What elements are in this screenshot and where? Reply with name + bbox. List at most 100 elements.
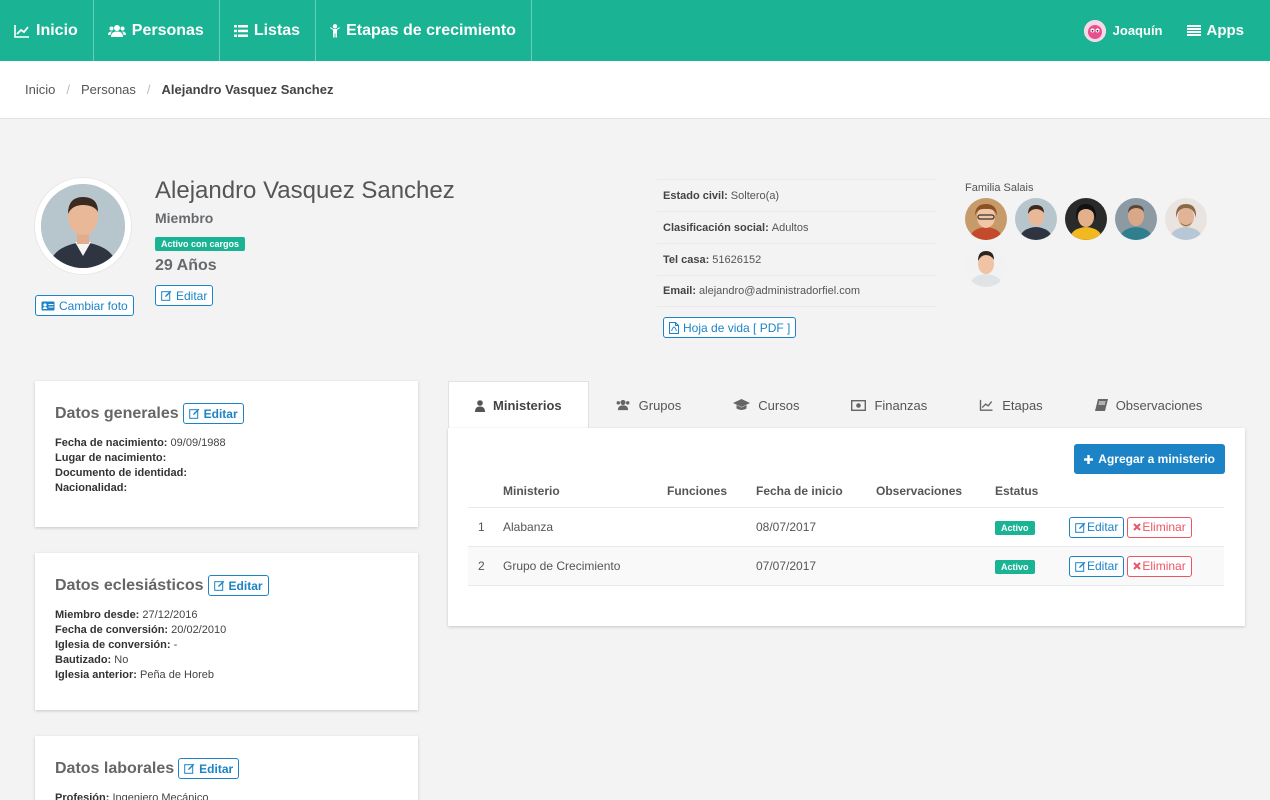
card-title: Datos generales Editar	[55, 403, 398, 424]
table-row: 2 Grupo de Crecimiento 07/07/2017 Activo…	[468, 547, 1224, 586]
field-profession: Profesión: Ingeniero Mecánico	[55, 791, 398, 800]
tab-finanzas[interactable]: Finanzas	[825, 381, 953, 429]
chart-line-icon	[979, 399, 994, 411]
tab-label: Cursos	[758, 397, 800, 413]
cell-status: Activo	[995, 559, 1069, 574]
field-value: Ingeniero Mecánico	[112, 792, 209, 800]
ministries-panel: Agregar a ministerio Ministerio Funcione…	[448, 428, 1245, 626]
family-member-avatar[interactable]	[965, 245, 1007, 287]
contact-label: Estado civil:	[663, 189, 728, 202]
graduation-cap-icon	[733, 399, 751, 411]
field-id-document: Documento de identidad:	[55, 466, 398, 481]
edit-label: Editar	[1087, 520, 1119, 534]
field-label: Fecha de nacimiento:	[55, 437, 168, 449]
breadcrumb-item-personas[interactable]: Personas	[81, 82, 136, 97]
col-header-ministry: Ministerio	[503, 484, 560, 498]
family-member-avatar[interactable]	[1015, 198, 1057, 240]
nav-item-listas[interactable]: Listas	[220, 0, 317, 61]
tab-cursos[interactable]: Cursos	[707, 381, 825, 429]
delete-ministry-button[interactable]: Eliminar	[1127, 516, 1192, 538]
cell-status: Activo	[995, 520, 1069, 535]
table-row: 1 Alabanza 08/07/2017 Activo Editar Elim…	[468, 508, 1224, 547]
field-previous-church: Iglesia anterior: Peña de Horeb	[55, 668, 398, 683]
tab-grupos[interactable]: Grupos	[589, 381, 708, 429]
field-birth-place: Lugar de nacimiento:	[55, 451, 398, 466]
apps-menu[interactable]: Apps	[1186, 22, 1244, 39]
edit-icon	[188, 408, 200, 419]
nav-item-personas[interactable]: Personas	[94, 0, 220, 61]
edit-profile-label: Editar	[176, 288, 208, 303]
status-badge: Activo	[995, 559, 1035, 574]
edit-profile-button[interactable]: Editar	[155, 285, 214, 306]
add-ministry-button[interactable]: Agregar a ministerio	[1074, 444, 1225, 474]
delete-ministry-button[interactable]: Eliminar	[1127, 555, 1192, 577]
file-pdf-icon	[669, 321, 679, 334]
status-badge: Activo	[995, 520, 1035, 535]
family-member-avatar[interactable]	[965, 198, 1007, 240]
family-member-avatar[interactable]	[1115, 198, 1157, 240]
family-member-avatar[interactable]	[1065, 198, 1107, 240]
tab-label: Observaciones	[1115, 397, 1203, 413]
cell-index: 1	[478, 520, 485, 534]
contact-label: Tel casa:	[663, 253, 710, 266]
user-menu[interactable]: Joaquín	[1083, 19, 1163, 42]
edit-ministry-button[interactable]: Editar	[1069, 516, 1125, 538]
users-icon	[615, 399, 631, 411]
field-birth-date: Fecha de nacimiento: 09/09/1988	[55, 436, 398, 451]
user-name: Joaquín	[1112, 23, 1163, 38]
card-title-text: Datos generales	[55, 404, 179, 422]
contact-row-email: Email: alejandro@administradorfiel.com	[657, 275, 937, 307]
money-icon	[851, 399, 867, 411]
ministries-table: Ministerio Funciones Fecha de inicio Obs…	[468, 475, 1224, 586]
person-name: Alejandro Vasquez Sanchez	[155, 177, 455, 204]
delete-label: Eliminar	[1142, 520, 1186, 534]
breadcrumb: Inicio / Personas / Alejandro Vasquez Sa…	[0, 61, 1270, 119]
tab-label: Etapas	[1002, 397, 1043, 413]
field-label: Iglesia anterior:	[55, 669, 137, 681]
cell-actions: Editar Eliminar	[1069, 516, 1224, 538]
tab-label: Grupos	[638, 397, 682, 413]
family-members	[965, 198, 1225, 292]
nav-item-inicio[interactable]: Inicio	[0, 0, 94, 61]
breadcrumb-item-inicio[interactable]: Inicio	[25, 82, 55, 97]
cell-start-date: 08/07/2017	[756, 520, 817, 534]
field-label: Profesión:	[55, 792, 110, 800]
edit-icon	[1075, 561, 1086, 572]
field-label: Fecha de conversión:	[55, 624, 169, 636]
edit-profile-wrap: Editar	[155, 285, 214, 306]
tab-label: Finanzas	[874, 397, 928, 413]
field-label: Miembro desde:	[55, 609, 140, 621]
breadcrumb-separator: /	[146, 82, 151, 97]
church-data-card: Datos eclesiásticos Editar Miembro desde…	[35, 553, 418, 710]
family-section: Familia Salais	[965, 182, 1225, 292]
status-badge-wrap: Activo con cargos	[155, 236, 246, 251]
cv-pdf-button[interactable]: Hoja de vida [ PDF ]	[663, 317, 797, 338]
card-title-text: Datos laborales	[55, 759, 175, 777]
field-value: 20/02/2010	[171, 624, 227, 636]
field-value: No	[114, 654, 129, 666]
cv-pdf-label: Hoja de vida [ PDF ]	[683, 320, 791, 335]
nav-item-etapas[interactable]: Etapas de crecimiento	[316, 0, 532, 61]
edit-general-button[interactable]: Editar	[182, 403, 244, 424]
field-value: Peña de Horeb	[139, 669, 214, 681]
field-label: Lugar de nacimiento:	[55, 452, 167, 464]
close-icon	[1133, 562, 1142, 570]
change-photo-button[interactable]: Cambiar foto	[35, 295, 134, 316]
edit-label: Editar	[199, 761, 234, 776]
tab-ministerios[interactable]: Ministerios	[448, 381, 589, 429]
contact-label: Email:	[663, 285, 697, 297]
field-conversion-church: Iglesia de conversión: -	[55, 638, 398, 653]
family-member-avatar[interactable]	[1165, 198, 1207, 240]
edit-label: Editar	[1087, 559, 1119, 573]
edit-ministry-button[interactable]: Editar	[1069, 555, 1125, 577]
tab-etapas[interactable]: Etapas	[953, 381, 1068, 429]
edit-work-button[interactable]: Editar	[178, 758, 240, 779]
edit-church-button[interactable]: Editar	[207, 575, 269, 596]
col-header-notes: Observaciones	[876, 484, 963, 498]
user-icon	[475, 399, 485, 412]
nav-item-label: Etapas de crecimiento	[346, 21, 516, 39]
tab-observaciones[interactable]: Observaciones	[1069, 381, 1229, 429]
book-icon	[1094, 399, 1108, 411]
field-nationality: Nacionalidad:	[55, 481, 398, 496]
close-icon	[1133, 523, 1142, 531]
